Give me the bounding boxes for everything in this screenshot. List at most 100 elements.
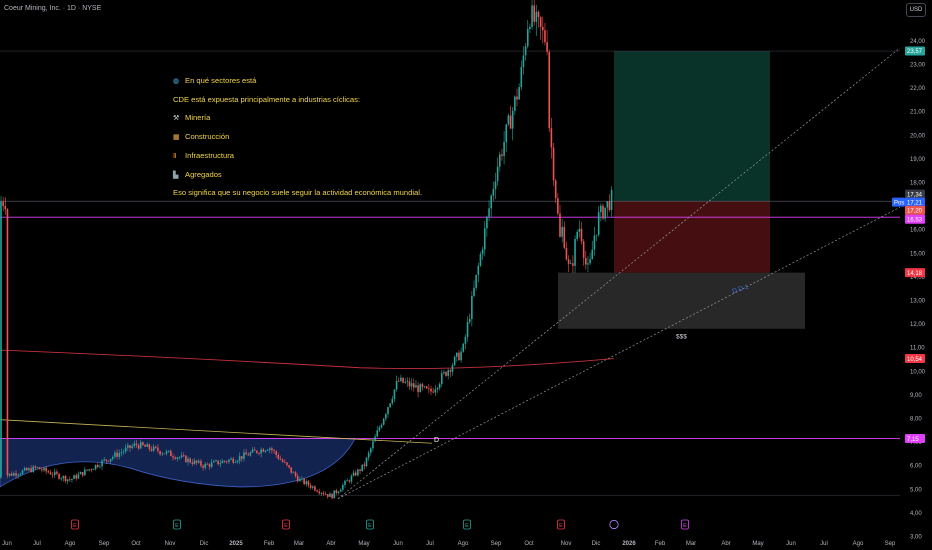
candle-body bbox=[47, 471, 50, 473]
candle-body bbox=[421, 384, 424, 387]
symbol-title[interactable]: Coeur Mining, Inc. · 1D · NYSE bbox=[4, 5, 101, 12]
candle-body bbox=[13, 473, 15, 476]
candle-body bbox=[45, 467, 47, 472]
candle-body bbox=[402, 377, 404, 383]
candle-body bbox=[569, 263, 572, 265]
candle-body bbox=[572, 263, 574, 266]
candle-body bbox=[152, 446, 155, 451]
x-tick-label: Feb bbox=[655, 541, 666, 547]
candle-body bbox=[397, 380, 400, 382]
candle-body bbox=[440, 373, 443, 385]
price-chart[interactable]: DD D 1$$$ 24,0023,0022,0021,0020,0019,00… bbox=[0, 0, 932, 550]
candle-body bbox=[223, 460, 226, 462]
x-tick-label: Sep bbox=[99, 541, 110, 547]
candle-body bbox=[322, 492, 325, 495]
candle-body bbox=[122, 451, 125, 453]
price-label: 17,34 bbox=[907, 192, 923, 198]
candle-body bbox=[159, 451, 161, 455]
x-tick-label: Mar bbox=[686, 541, 696, 547]
candle-body bbox=[262, 449, 265, 452]
profit-zone bbox=[614, 51, 770, 202]
x-tick-label: Abr bbox=[721, 541, 730, 547]
candle-body bbox=[337, 491, 340, 493]
globe-icon: ◍ bbox=[173, 78, 180, 85]
candle-body bbox=[144, 445, 146, 447]
candle-body bbox=[228, 459, 230, 462]
candle-body bbox=[479, 254, 482, 266]
candle-body bbox=[19, 473, 22, 475]
x-tick-label: Ago bbox=[458, 541, 469, 547]
candle-body bbox=[548, 51, 551, 129]
candle-body bbox=[589, 259, 591, 264]
price-label: 17,20 bbox=[907, 209, 923, 215]
candle-body bbox=[565, 247, 568, 260]
y-tick-label: 21,00 bbox=[910, 110, 926, 116]
candle-body bbox=[204, 463, 207, 468]
candle-body bbox=[522, 55, 525, 68]
candle-body bbox=[597, 212, 600, 235]
y-tick-label: 6,00 bbox=[910, 464, 922, 470]
candle-body bbox=[438, 384, 441, 388]
candle-body bbox=[165, 451, 168, 454]
pickaxe-icon: ⚒ bbox=[173, 114, 180, 122]
candle-body bbox=[400, 377, 402, 382]
candle-body bbox=[335, 490, 338, 493]
candle-body bbox=[587, 263, 589, 265]
candle-body bbox=[434, 389, 437, 393]
x-tick-label: Sep bbox=[491, 541, 502, 547]
candle-body bbox=[28, 468, 30, 471]
candle-body bbox=[348, 480, 351, 482]
annotation-line-5: ▙ Agregados bbox=[173, 166, 422, 185]
y-tick-label: 23,00 bbox=[910, 63, 926, 69]
candle-body bbox=[32, 466, 35, 473]
candle-body bbox=[458, 352, 460, 361]
candle-body bbox=[309, 485, 312, 488]
infrastructure-icon: Ⅱ bbox=[173, 152, 177, 160]
candle-body bbox=[346, 480, 348, 482]
candle-body bbox=[488, 208, 490, 217]
currency-button[interactable]: USD bbox=[906, 3, 926, 17]
annotation-text: Eso significa que su negocio suele segui… bbox=[173, 188, 423, 198]
candle-body bbox=[109, 458, 112, 462]
candle-body bbox=[391, 398, 394, 404]
y-tick-label: 13,00 bbox=[910, 299, 926, 305]
candle-body bbox=[81, 472, 84, 476]
candle-body bbox=[264, 450, 267, 452]
candle-body bbox=[17, 474, 19, 476]
candle-body bbox=[428, 388, 430, 390]
candle-body bbox=[604, 207, 606, 219]
candle-body bbox=[176, 457, 179, 459]
candle-body bbox=[103, 459, 105, 461]
candle-body bbox=[430, 388, 432, 392]
candle-body bbox=[425, 386, 428, 389]
candle-body bbox=[219, 463, 222, 465]
candle-body bbox=[331, 493, 333, 499]
candle-body bbox=[557, 198, 559, 214]
candle-body bbox=[189, 458, 191, 463]
candle-body bbox=[417, 385, 419, 393]
x-tick-label: Nov bbox=[561, 541, 572, 547]
candle-body bbox=[483, 228, 486, 250]
candle-body bbox=[559, 213, 561, 237]
x-tick-label: Dic bbox=[592, 541, 601, 547]
price-label: 10,54 bbox=[907, 357, 923, 363]
candle-body bbox=[516, 96, 518, 100]
candle-body bbox=[393, 389, 396, 399]
candle-body bbox=[514, 96, 516, 111]
loss-zone bbox=[614, 201, 770, 273]
candle-body bbox=[443, 371, 445, 374]
candle-body bbox=[408, 381, 411, 387]
candle-body bbox=[292, 472, 295, 474]
candle-body bbox=[544, 30, 546, 43]
x-tick-label: 2025 bbox=[229, 541, 243, 547]
candle-body bbox=[161, 453, 164, 455]
sector-annotation[interactable]: ◍ En qué sectores está CDE está expuesta … bbox=[173, 72, 422, 202]
annotation-line-6: Eso significa que su negocio suele segui… bbox=[173, 184, 422, 202]
candle-body bbox=[531, 5, 533, 27]
candle-body bbox=[365, 457, 368, 467]
x-tick-label: Jul bbox=[426, 541, 434, 547]
candle-body bbox=[288, 465, 290, 468]
candle-body bbox=[258, 452, 260, 454]
candle-body bbox=[359, 469, 361, 471]
candle-body bbox=[413, 383, 415, 388]
